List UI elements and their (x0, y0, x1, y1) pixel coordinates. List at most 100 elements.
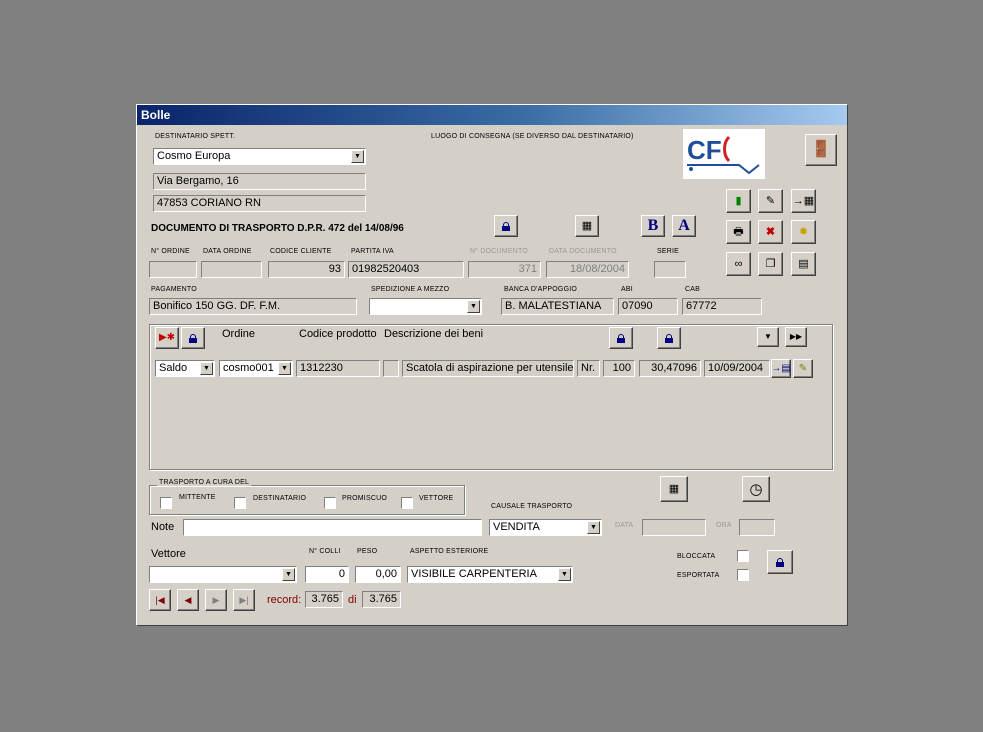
print-button[interactable]: 🖶 (726, 220, 751, 244)
address-field[interactable]: Via Bergamo, 16 (153, 173, 366, 190)
mittente-checkbox[interactable] (160, 497, 172, 509)
city-field[interactable]: 47853 CORIANO RN (153, 195, 366, 212)
esportata-checkbox[interactable] (737, 569, 749, 581)
form-button[interactable]: ▤ (791, 252, 816, 276)
last-record-icon: ▶| (239, 594, 249, 605)
destinatario-combo[interactable]: Cosmo Europa ▼ (153, 148, 366, 165)
exit-door-icon: 🚪 (811, 141, 831, 158)
chevron-down-icon[interactable]: ▼ (200, 362, 213, 375)
new-button[interactable]: ✹ (791, 220, 816, 244)
edit-check-icon: ✎ (798, 362, 808, 374)
add-row-button[interactable]: ▶✱ (155, 327, 179, 349)
destinatario-checkbox[interactable] (234, 497, 246, 509)
peso-label: PESO (357, 548, 378, 555)
row-ordine-combo[interactable]: cosmo001 ▼ (219, 360, 293, 377)
insert-button[interactable]: →▦ (791, 189, 816, 213)
chevron-down-icon[interactable]: ▼ (278, 362, 291, 375)
aspetto-combo[interactable]: VISIBILE CARPENTERIA ▼ (407, 566, 573, 583)
font-a-button[interactable]: A (672, 215, 696, 237)
bloccata-checkbox[interactable] (737, 550, 749, 562)
n-documento-label: N° DOCUMENTO (470, 248, 528, 255)
chevron-down-icon[interactable]: ▼ (467, 300, 480, 313)
codice-cliente-label: CODICE CLIENTE (270, 248, 332, 255)
lock-doc-button[interactable] (494, 215, 518, 237)
cab-field[interactable]: 67772 (682, 298, 762, 315)
prev-record-icon: ◀ (184, 594, 192, 605)
destinatario-value: Cosmo Europa (157, 150, 231, 162)
lock-price-button[interactable] (657, 327, 681, 349)
bold-button[interactable]: B (641, 215, 665, 237)
pagamento-label: PAGAMENTO (151, 286, 197, 293)
vettore-checkbox[interactable] (401, 497, 413, 509)
record-current[interactable]: 3.765 (305, 591, 343, 608)
chevron-down-icon[interactable]: ▼ (282, 568, 295, 581)
calendar-button[interactable]: ▦ (660, 476, 688, 502)
banca-label: BANCA D'APPOGGIO (504, 286, 577, 293)
vettore-opt-label: VETTORE (419, 495, 454, 502)
book-icon: ▮ (735, 194, 742, 207)
exit-button[interactable]: 🚪 (805, 134, 837, 166)
colli-field[interactable]: 0 (305, 566, 349, 583)
row-descrizione-field[interactable]: Scatola di aspirazione per utensile c (402, 360, 574, 377)
clock-button[interactable]: ◷ (742, 476, 770, 502)
row-tipo-value: Saldo (159, 362, 188, 374)
row-codice-field[interactable]: 1312230 (296, 360, 380, 377)
first-record-button[interactable]: |◀ (149, 589, 171, 611)
trasporto-label: TRASPORTO A CURA DEL (157, 479, 252, 486)
copy-button[interactable]: ❐ (758, 252, 783, 276)
form-icon: ▤ (798, 257, 809, 270)
spedizione-combo[interactable]: ▼ (369, 298, 482, 315)
note-field[interactable] (183, 519, 482, 536)
lock-record-button[interactable] (767, 550, 793, 574)
row-um-field[interactable]: Nr. (577, 360, 600, 377)
banca-field[interactable]: B. MALATESTIANA (501, 298, 614, 315)
scroll-down-button[interactable]: ▼ (757, 327, 779, 347)
book-button[interactable]: ▮ (726, 189, 751, 213)
calc-button[interactable]: ▦ (575, 215, 599, 237)
vettore-combo[interactable]: ▼ (149, 566, 297, 583)
printer-icon: 🖶 (733, 225, 744, 238)
chevron-down-icon[interactable]: ▼ (351, 150, 364, 163)
svg-text:CF: CF (687, 135, 722, 165)
row-qta-field[interactable]: 100 (603, 360, 635, 377)
ora-field (739, 519, 775, 536)
row-data-field[interactable]: 10/09/2004 (704, 360, 770, 377)
pagamento-field[interactable]: Bonifico 150 GG. DF. F.M. (149, 298, 357, 315)
row-detail-button[interactable]: →▤ (771, 359, 791, 378)
search-button[interactable]: ∞ (726, 252, 751, 276)
data-documento-field: 18/08/2004 (546, 261, 629, 278)
causale-combo[interactable]: VENDITA ▼ (489, 519, 602, 536)
codice-cliente-field[interactable]: 93 (268, 261, 345, 278)
peso-field[interactable]: 0,00 (355, 566, 401, 583)
promiscuo-checkbox[interactable] (324, 497, 336, 509)
row-prezzo-field[interactable]: 30,47096 (639, 360, 701, 377)
edit-button[interactable]: ✎ (758, 189, 783, 213)
scroll-end-button[interactable]: ▶▶ (785, 327, 807, 347)
company-logo: CF (683, 129, 765, 179)
chevron-down-icon[interactable]: ▼ (587, 521, 600, 534)
lock-desc-button[interactable] (609, 327, 633, 349)
data-ordine-field[interactable] (201, 261, 262, 278)
last-record-button[interactable]: ▶| (233, 589, 255, 611)
binoculars-icon: ∞ (734, 257, 743, 270)
data-label: DATA (615, 522, 634, 529)
col-ordine: Ordine (222, 328, 256, 340)
abi-field[interactable]: 07090 (618, 298, 678, 315)
n-ordine-field[interactable] (149, 261, 197, 278)
row-tipo-combo[interactable]: Saldo ▼ (155, 360, 215, 377)
col-codice: Codice prodotto (299, 328, 377, 340)
destinatario-label: DESTINATARIO SPETT. (155, 133, 236, 140)
abi-label: ABI (621, 286, 633, 293)
aspetto-label: ASPETTO ESTERIORE (410, 548, 489, 555)
chevron-down-icon[interactable]: ▼ (558, 568, 571, 581)
serie-field[interactable] (654, 261, 686, 278)
row-edit-button[interactable]: ✎ (793, 359, 813, 378)
prev-record-button[interactable]: ◀ (177, 589, 199, 611)
lock-rows-button[interactable] (181, 327, 205, 349)
esportata-label: ESPORTATA (677, 572, 720, 579)
partita-iva-field[interactable]: 01982520403 (348, 261, 464, 278)
next-record-button[interactable]: ▶ (205, 589, 227, 611)
row-flag-field[interactable] (383, 360, 399, 377)
delete-button[interactable]: ✖ (758, 220, 783, 244)
aspetto-value: VISIBILE CARPENTERIA (411, 568, 537, 580)
